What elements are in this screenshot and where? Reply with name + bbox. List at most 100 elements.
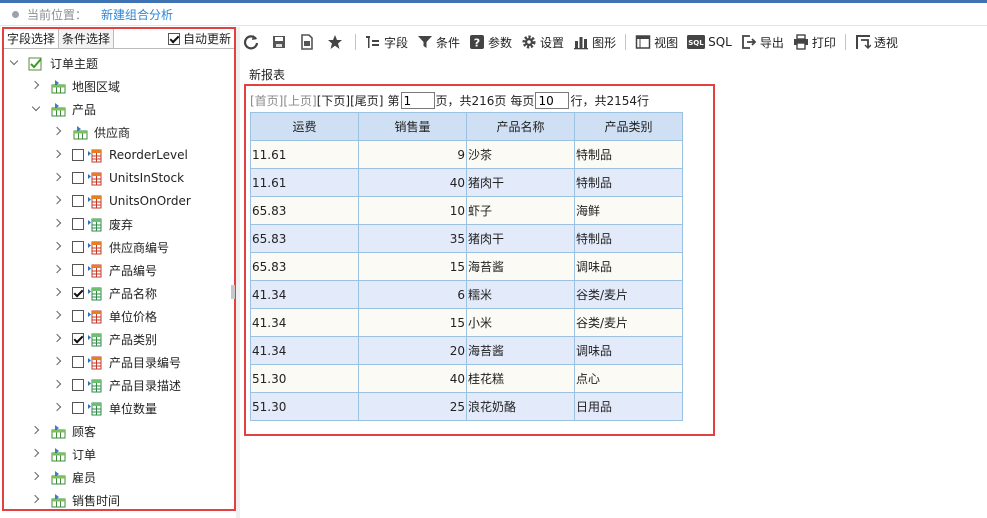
chevron-down-icon[interactable] — [30, 103, 42, 115]
table-cell: 25 — [358, 392, 467, 421]
measure-field-icon — [87, 309, 109, 324]
table-cell: 6 — [358, 280, 467, 309]
tree-node[interactable]: 订单主题 — [8, 52, 98, 74]
field-checkbox[interactable] — [72, 356, 84, 368]
chevron-down-icon[interactable] — [8, 57, 20, 69]
filter-icon — [417, 34, 436, 50]
tree-node[interactable]: 订单 — [30, 443, 96, 465]
tree-node-label: UnitsOnOrder — [109, 194, 191, 208]
favorite-button[interactable] — [327, 34, 346, 50]
pager-last[interactable]: [尾页] — [350, 92, 383, 109]
field-checkbox[interactable] — [72, 195, 84, 207]
tree-node[interactable]: 废弃 — [52, 213, 133, 235]
condition-label: 条件 — [436, 35, 461, 50]
chevron-right-icon[interactable] — [52, 149, 64, 161]
page-number-input[interactable] — [400, 92, 435, 109]
fields-button[interactable]: 字段 — [365, 34, 408, 51]
field-checkbox[interactable] — [72, 172, 84, 184]
print-button[interactable]: 打印 — [793, 34, 836, 51]
tree-node[interactable]: 供应商 — [52, 121, 130, 143]
tree-node[interactable]: 产品 — [30, 98, 96, 120]
field-checkbox[interactable] — [72, 310, 84, 322]
tree-node[interactable]: 地图区域 — [30, 75, 120, 97]
chevron-right-icon[interactable] — [52, 195, 64, 207]
field-checkbox[interactable] — [72, 333, 84, 345]
tree-node[interactable]: UnitsOnOrder — [52, 190, 191, 212]
tree-node[interactable]: 产品目录编号 — [52, 351, 181, 373]
auto-update-toggle[interactable]: 自动更新 — [167, 29, 234, 48]
tree-node[interactable]: 产品名称 — [52, 282, 157, 304]
table-cell: 特制品 — [574, 140, 683, 169]
rows-per-page-input[interactable] — [535, 92, 570, 109]
tree-node[interactable]: 单位价格 — [52, 305, 157, 327]
chart-button[interactable]: 图形 — [573, 34, 616, 51]
tab-field-selection[interactable]: 字段选择 — [4, 29, 60, 48]
chevron-right-icon[interactable] — [52, 379, 64, 391]
tab-condition-selection[interactable]: 条件选择 — [59, 29, 115, 48]
field-checkbox[interactable] — [72, 218, 84, 230]
sql-button[interactable]: SQL SQL — [687, 35, 732, 49]
toolbar-separator — [625, 34, 627, 50]
splitter-grip-icon[interactable] — [231, 285, 235, 299]
location-dot-icon — [12, 10, 19, 18]
condition-button[interactable]: 条件 — [417, 34, 460, 51]
chevron-right-icon[interactable] — [30, 80, 42, 92]
settings-button[interactable]: 设置 — [521, 34, 564, 51]
tree-node[interactable]: 单位数量 — [52, 397, 157, 419]
toolbar: 字段 条件 ? 参数 设置 图形 视图 SQL SQL 导出 打印 透视 — [243, 30, 907, 54]
column-header[interactable]: 运费 — [250, 112, 359, 141]
chevron-right-icon[interactable] — [30, 448, 42, 460]
field-checkbox[interactable] — [72, 402, 84, 414]
tree-node[interactable]: 产品类别 — [52, 328, 157, 350]
topic-icon — [28, 56, 50, 71]
tree-node[interactable]: 产品目录描述 — [52, 374, 181, 396]
chevron-right-icon[interactable] — [52, 218, 64, 230]
field-checkbox[interactable] — [72, 241, 84, 253]
report-table: 运费 销售量 产品名称 产品类别 11.61 9 沙茶 特制品 11.61 40 猪肉干 特制品 65… — [250, 112, 683, 421]
tree-node[interactable]: 顾客 — [30, 420, 96, 442]
field-checkbox[interactable] — [72, 287, 84, 299]
tree-node[interactable]: 销售时间 — [30, 489, 120, 509]
table-cell: 谷类/麦片 — [574, 280, 683, 309]
tree-node[interactable]: UnitsInStock — [52, 167, 184, 189]
tree-node[interactable]: 雇员 — [30, 466, 96, 488]
table-cell: 特制品 — [574, 168, 683, 197]
pivot-button[interactable]: 透视 — [855, 34, 898, 51]
chevron-right-icon[interactable] — [52, 172, 64, 184]
column-header[interactable]: 产品名称 — [466, 112, 575, 141]
save-as-button[interactable] — [299, 34, 318, 50]
view-button[interactable]: 视图 — [635, 34, 678, 51]
column-header[interactable]: 销售量 — [358, 112, 467, 141]
field-checkbox[interactable] — [72, 149, 84, 161]
chevron-right-icon[interactable] — [52, 402, 64, 414]
field-checkbox[interactable] — [72, 379, 84, 391]
export-button[interactable]: 导出 — [741, 34, 784, 51]
pager-rows-prefix: 每页 — [510, 94, 535, 108]
tree-node[interactable]: 供应商编号 — [52, 236, 169, 258]
chevron-right-icon[interactable] — [52, 333, 64, 345]
tree-node-label: 产品名称 — [109, 286, 158, 301]
chevron-right-icon[interactable] — [52, 126, 64, 138]
chevron-right-icon[interactable] — [52, 310, 64, 322]
chevron-right-icon[interactable] — [52, 241, 64, 253]
save-button[interactable] — [271, 34, 290, 50]
chevron-right-icon[interactable] — [52, 264, 64, 276]
pager-next[interactable]: [下页] — [317, 92, 350, 109]
tree-node[interactable]: 产品编号 — [52, 259, 157, 281]
field-checkbox[interactable] — [72, 264, 84, 276]
chevron-right-icon[interactable] — [30, 471, 42, 483]
auto-update-checkbox[interactable] — [167, 32, 180, 45]
refresh-button[interactable] — [243, 34, 262, 50]
params-button[interactable]: ? 参数 — [469, 34, 512, 51]
chevron-right-icon[interactable] — [52, 287, 64, 299]
column-header[interactable]: 产品类别 — [574, 112, 683, 141]
chevron-right-icon[interactable] — [52, 356, 64, 368]
tree-node-label: 产品目录描述 — [109, 378, 182, 393]
tree-node-label: ReorderLevel — [109, 148, 188, 162]
chevron-right-icon[interactable] — [30, 425, 42, 437]
table-cell: 调味品 — [574, 336, 683, 365]
panel-splitter[interactable] — [236, 27, 240, 518]
breadcrumb-current[interactable]: 新建组合分析 — [101, 6, 173, 23]
chevron-right-icon[interactable] — [30, 494, 42, 506]
tree-node[interactable]: ReorderLevel — [52, 144, 188, 166]
